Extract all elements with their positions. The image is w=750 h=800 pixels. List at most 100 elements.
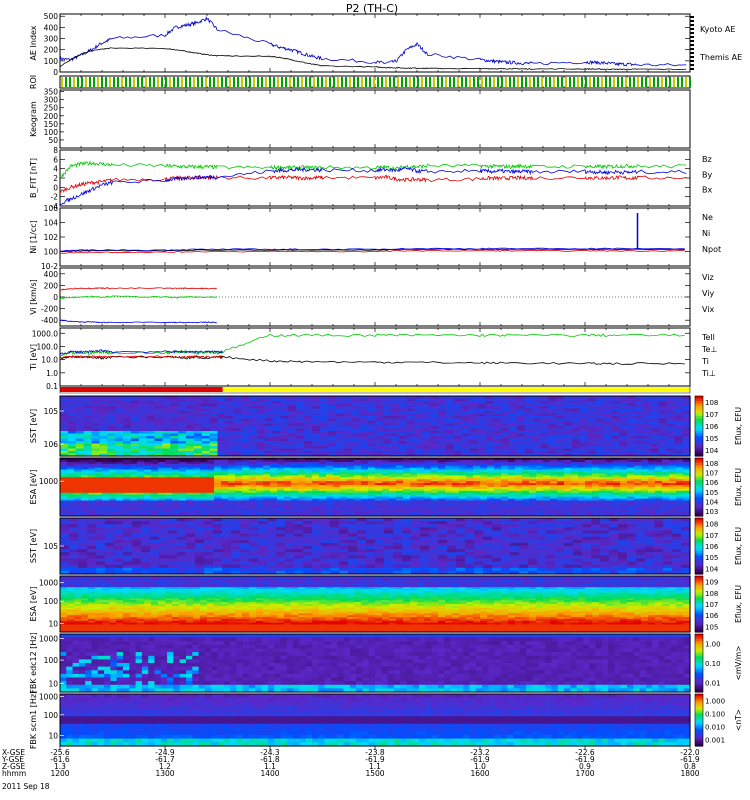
- roi-mark: [289, 77, 291, 87]
- roi-mark: [417, 77, 419, 87]
- y-tick-label: 105: [44, 407, 59, 416]
- roi-mark: [649, 77, 651, 87]
- roi-mark: [685, 77, 687, 87]
- roi-mark: [613, 77, 615, 87]
- roi-mark: [153, 77, 155, 87]
- roi-mark: [449, 77, 451, 87]
- roi-mark: [325, 77, 327, 87]
- panel-ylabel: ROI: [29, 75, 38, 89]
- roi-mark: [161, 77, 163, 87]
- roi-mark: [481, 77, 483, 87]
- roi-mark: [457, 77, 459, 87]
- roi-mark: [557, 77, 559, 87]
- roi-mark: [553, 77, 555, 87]
- axis-stripe: [690, 28, 694, 30]
- roi-mark: [301, 77, 303, 87]
- series-line-1: [59, 295, 217, 300]
- y-tick-label: 400: [44, 23, 59, 32]
- roi-mark: [281, 77, 283, 87]
- roi-mark: [105, 77, 107, 87]
- roi-mark: [229, 77, 231, 87]
- roi-mark: [593, 77, 595, 87]
- roi-mark: [213, 77, 215, 87]
- roi-mark: [433, 77, 435, 87]
- roi-mark: [633, 77, 635, 87]
- roi-mark: [185, 77, 187, 87]
- roi-mark: [321, 77, 323, 87]
- roi-mark: [157, 77, 159, 87]
- roi-mark: [657, 77, 659, 87]
- roi-mark: [205, 77, 207, 87]
- roi-mark: [413, 77, 415, 87]
- roi-mark: [565, 77, 567, 87]
- roi-mark: [537, 77, 539, 87]
- roi-mark: [341, 77, 343, 87]
- series-line-0: [59, 174, 687, 194]
- roi-mark: [389, 77, 391, 87]
- y-tick-label: 0: [53, 68, 58, 77]
- panel-0: AE Index 0 100 200 300 400 500: [29, 12, 694, 77]
- roi-mark: [233, 77, 235, 87]
- y-tick-label: 200: [44, 112, 59, 121]
- panel-2: Keogram 50100150200250300350: [29, 88, 691, 149]
- roi-mark: [405, 77, 407, 87]
- roi-mark: [689, 77, 691, 87]
- roi-mark: [477, 77, 479, 87]
- panels: AE Index0100200300400500ROIKeogram501001…: [29, 12, 694, 749]
- roi-mark: [197, 77, 199, 87]
- roi-mark: [597, 77, 599, 87]
- roi-mark: [669, 77, 671, 87]
- y-tick-label: -200: [41, 305, 58, 314]
- roi-mark: [113, 77, 115, 87]
- figure: P2 (TH-C) AE Index0100200300400500ROIKeo…: [1, 2, 743, 791]
- y-tick-label: 200: [44, 46, 59, 55]
- y-tick-label: 100: [44, 128, 59, 137]
- roi-mark: [61, 77, 63, 87]
- roi-mark: [345, 77, 347, 87]
- roi-mark: [349, 77, 351, 87]
- y-tick-label: 106: [44, 204, 59, 213]
- series-line-0: [59, 355, 685, 365]
- roi-mark: [585, 77, 587, 87]
- roi-mark: [261, 77, 263, 87]
- roi-mark: [369, 77, 371, 87]
- roi-mark: [573, 77, 575, 87]
- roi-mark: [617, 77, 619, 87]
- panel-frame: [59, 207, 691, 267]
- y-tick-label: 1.0: [46, 369, 58, 378]
- panel-ylabel: AE Index: [29, 25, 38, 60]
- series-line-2: [59, 166, 687, 205]
- roi-mark: [165, 77, 167, 87]
- roi-mark: [505, 77, 507, 87]
- series-line-2: [59, 333, 685, 357]
- roi-mark: [521, 77, 523, 87]
- roi-mark: [361, 77, 363, 87]
- y-tick-label: 100: [44, 248, 59, 257]
- y-tick-label: 1000.0: [32, 329, 58, 338]
- roi-mark: [373, 77, 375, 87]
- heatmap-cells: [60, 396, 691, 457]
- series-line-2: [59, 319, 217, 324]
- roi-mark: [637, 77, 639, 87]
- roi-mark: [445, 77, 447, 87]
- roi-mark: [673, 77, 675, 87]
- roi-mark: [577, 77, 579, 87]
- roi-mark: [461, 77, 463, 87]
- roi-mark: [581, 77, 583, 87]
- roi-mark: [81, 77, 83, 87]
- roi-mark: [181, 77, 183, 87]
- y-tick-label: 500: [44, 12, 59, 21]
- y-tick-label: 350: [44, 88, 59, 97]
- roi-mark: [265, 77, 267, 87]
- roi-mark: [101, 77, 103, 87]
- roi-mark: [493, 77, 495, 87]
- roi-mark: [605, 77, 607, 87]
- roi-mark: [305, 77, 307, 87]
- axis-stripe: [690, 68, 694, 70]
- y-tick-label: 104: [44, 219, 59, 228]
- y-tick-label: -400: [41, 316, 58, 325]
- roi-mark: [317, 77, 319, 87]
- panel-ylabel: SST [eV]: [29, 409, 38, 443]
- roi-mark: [85, 77, 87, 87]
- axis-stripe: [690, 24, 694, 26]
